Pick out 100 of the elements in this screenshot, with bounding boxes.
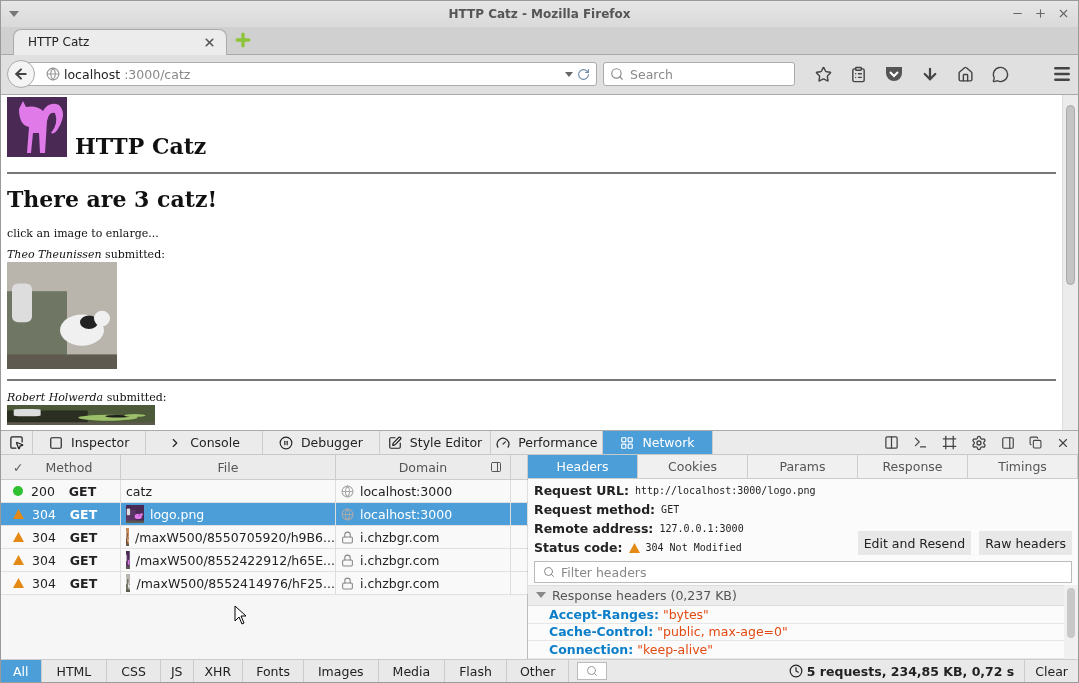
file-name: logo.png	[150, 506, 205, 522]
close-tab-icon[interactable]	[203, 35, 216, 49]
domain-name: i.chzbgr.com	[360, 575, 440, 591]
element-picker-icon	[9, 435, 24, 451]
section-title: Response headers (0,237 KB)	[552, 587, 737, 603]
file-name: /maxW500/8550705920/h9B6...	[135, 529, 335, 545]
filter-button[interactable]: XHR	[193, 660, 244, 682]
action-button[interactable]: Raw headers	[979, 531, 1072, 556]
warning-triangle-icon	[628, 542, 640, 553]
domain-name: i.chzbgr.com	[360, 529, 440, 545]
dropdown-icon[interactable]	[565, 71, 573, 77]
undock-icon[interactable]	[1029, 436, 1042, 450]
field-label: Status code:	[534, 540, 623, 556]
action-button[interactable]: Edit and Resend	[857, 531, 972, 556]
header-value: "keep-alive"	[637, 642, 713, 658]
filter-button[interactable]: Flash	[445, 660, 507, 682]
filter-field[interactable]: Filter headers	[534, 561, 1072, 584]
search-field[interactable]: Search	[603, 62, 795, 87]
status-code: 304	[32, 506, 56, 522]
section-header[interactable]: Response headers (0,237 KB)	[528, 585, 1064, 606]
field-label: Request method:	[534, 502, 656, 518]
warning-triangle-icon	[13, 578, 24, 589]
column-header: Domain	[398, 459, 448, 475]
details-tab[interactable]: Response	[858, 455, 968, 479]
request-method: GET	[69, 575, 98, 591]
filter-button[interactable]: Fonts	[243, 660, 304, 682]
menu-arrow-icon[interactable]	[9, 10, 19, 17]
column-header: ✓	[13, 459, 24, 475]
network-icon	[620, 435, 635, 450]
request-method: GET	[69, 552, 98, 568]
pocket-icon[interactable]	[885, 66, 903, 83]
header-value: "public, max-age=0"	[657, 624, 788, 640]
page-heading: There are 3 catz!	[7, 185, 219, 212]
filter-button[interactable]: JS	[160, 660, 194, 682]
devtools-tab[interactable]: Console	[146, 431, 263, 455]
warning-triangle-icon	[13, 509, 24, 520]
back-arrow-icon	[13, 66, 29, 83]
home-icon[interactable]	[957, 65, 974, 83]
address-bar[interactable]: localhost :3000/catz	[27, 62, 597, 87]
domain-name: i.chzbgr.com	[360, 552, 440, 568]
chat-icon[interactable]	[992, 65, 1009, 83]
filter-button[interactable]: Images	[303, 660, 379, 682]
maximize-icon[interactable]	[1034, 7, 1047, 21]
request-summary: 5 requests, 234,85 KB, 0,72 s	[806, 663, 1015, 679]
file-name: catz	[126, 483, 152, 499]
field-label: Request URL:	[534, 483, 629, 499]
hint-text: click an image to enlarge...	[7, 226, 160, 240]
debugger-icon	[278, 435, 293, 450]
domain-name: localhost:3000	[360, 483, 453, 499]
window-title: HTTP Catz - Mozilla Firefox	[448, 6, 631, 21]
style-editor-icon	[387, 435, 402, 450]
request-row[interactable]: 304 GET /maxW500/8552422912/h65E... i.chzbgr.com	[1, 549, 527, 573]
status-dot-icon	[13, 486, 23, 497]
browser-tab[interactable]: HTTP Catz	[13, 28, 227, 55]
split-view-icon[interactable]	[884, 435, 899, 451]
request-row[interactable]: 200 GET catz localhost:3000	[1, 480, 527, 504]
filter-button[interactable]: Other	[506, 660, 570, 682]
toggle-panel-icon[interactable]	[490, 461, 502, 474]
submitter-line: Robert Holwerda submitted:	[7, 390, 168, 404]
details-tab[interactable]: Timings	[968, 455, 1078, 479]
devtools-tab[interactable]: Inspector	[33, 431, 147, 455]
field-value: 127.0.0.1:3000	[659, 523, 744, 535]
console-toggle-icon[interactable]	[913, 435, 928, 451]
submitter-line: Theo Theunissen submitted:	[7, 247, 166, 261]
warning-triangle-icon	[13, 555, 24, 566]
devtools-tab[interactable]: Debugger	[262, 431, 380, 455]
request-method: GET	[69, 529, 98, 545]
frame-icon[interactable]	[942, 435, 957, 451]
column-header: Method	[45, 459, 93, 475]
settings-icon[interactable]	[971, 434, 987, 451]
reading-list-icon[interactable]	[850, 65, 867, 83]
field-value: http://localhost:3000/logo.png	[634, 485, 816, 497]
site-title: HTTP Catz	[75, 132, 207, 159]
header-name: Connection:	[549, 642, 634, 658]
details-tab[interactable]: Cookies	[638, 455, 748, 479]
search-icon	[543, 566, 555, 579]
back-button[interactable]	[7, 60, 35, 89]
request-row[interactable]: 304 GET /maxW500/8550705920/h9B6... i.chzbgr.com	[1, 526, 527, 550]
bookmark-star-icon[interactable]	[815, 65, 832, 83]
url-host: localhost	[64, 66, 121, 82]
status-code: 200	[31, 483, 55, 499]
filter-button[interactable]: Media	[378, 660, 446, 682]
reload-icon[interactable]	[577, 67, 590, 81]
sidebar-icon[interactable]	[1001, 435, 1015, 450]
filter-button[interactable]: CSS	[107, 660, 161, 682]
column-header: File	[217, 459, 239, 475]
request-row[interactable]: 304 GET /maxW500/8552414976/hF25... i.chzbgr.com	[1, 572, 527, 596]
request-method: GET	[69, 506, 98, 522]
search-field[interactable]	[577, 662, 608, 680]
file-name: /maxW500/8552414976/hF25...	[136, 575, 335, 591]
file-name: /maxW500/8552422912/h65E...	[135, 552, 335, 568]
details-tab[interactable]: Params	[748, 455, 858, 479]
devtools-tab[interactable]: Style Editor	[379, 431, 492, 455]
header-value: "bytes"	[662, 606, 709, 622]
filter-button[interactable]: HTML	[41, 660, 108, 682]
performance-icon	[496, 435, 511, 450]
domain-name: localhost:3000	[360, 506, 453, 522]
field-value: GET	[661, 504, 680, 516]
globe-icon	[46, 67, 60, 82]
field-value: 304 Not Modified	[645, 542, 742, 554]
